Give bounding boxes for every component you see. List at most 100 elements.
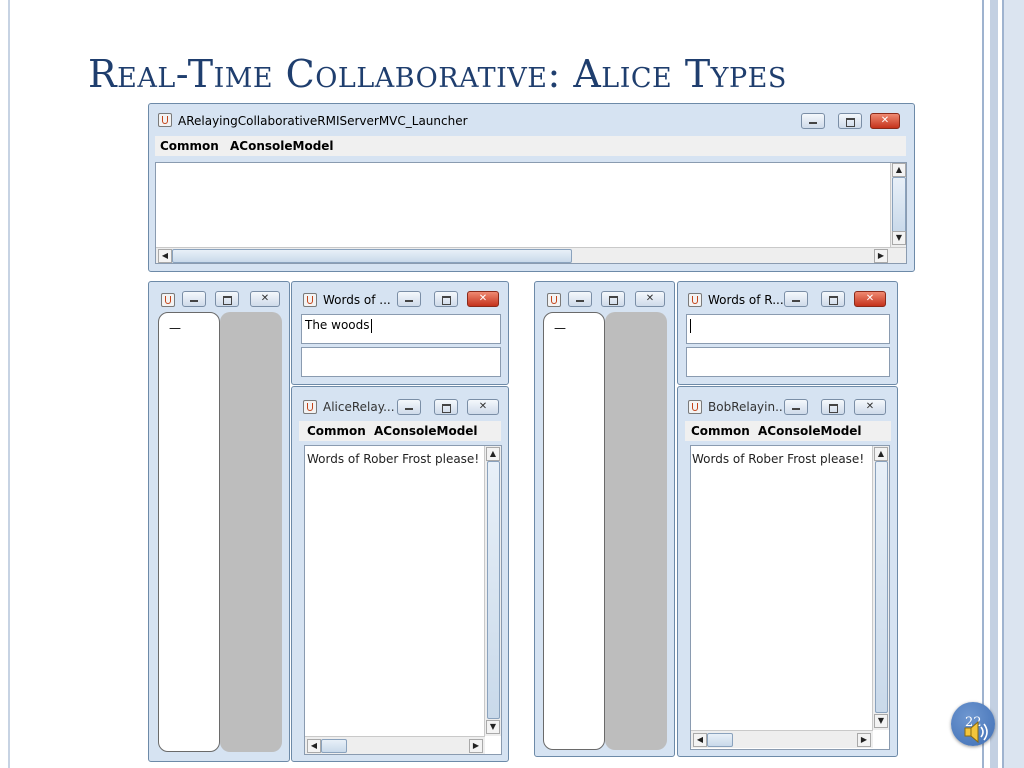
left-relay-console[interactable]: Words of Rober Frost please! ▲ ▼ ◀ ▶ — [304, 445, 502, 755]
right-border-stripe — [976, 0, 1024, 768]
minimize-icon — [785, 400, 807, 414]
maximize-button[interactable] — [601, 291, 625, 307]
java-icon — [161, 293, 175, 307]
maximize-button[interactable] — [821, 291, 845, 307]
close-icon: ✕ — [478, 293, 488, 304]
tree-item[interactable]: — — [169, 321, 181, 335]
close-button[interactable]: ✕ — [870, 113, 900, 129]
left-words-window[interactable]: Words of ... ✕ The woods — [291, 281, 509, 385]
java-icon — [303, 293, 317, 307]
right-tree-panel[interactable]: — — [543, 312, 605, 750]
server-vertical-scrollbar[interactable]: ▲ ▼ — [890, 163, 906, 247]
scroll-left-button[interactable]: ◀ — [307, 739, 321, 753]
server-window[interactable]: ARelayingCollaborativeRMIServerMVC_Launc… — [148, 103, 915, 272]
scroll-thumb-horizontal[interactable] — [321, 739, 347, 753]
minimize-icon — [398, 292, 420, 306]
maximize-button[interactable] — [821, 399, 845, 415]
menu-aconsolemodel[interactable]: AConsoleModel — [230, 139, 334, 153]
scroll-down-button[interactable]: ▼ — [486, 720, 500, 734]
minimize-button[interactable] — [784, 291, 808, 307]
left-words-window-title: Words of ... — [323, 293, 391, 307]
scroll-up-button[interactable]: ▲ — [892, 163, 906, 177]
left-tree-window[interactable]: ✕ — — [148, 281, 290, 762]
maximize-icon — [216, 292, 238, 306]
minimize-button[interactable] — [397, 291, 421, 307]
minimize-icon — [183, 292, 205, 306]
minimize-button[interactable] — [397, 399, 421, 415]
left-relay-vertical-scrollbar[interactable]: ▲ ▼ — [484, 446, 501, 736]
menu-common[interactable]: Common — [307, 424, 366, 438]
server-window-title: ARelayingCollaborativeRMIServerMVC_Launc… — [178, 114, 468, 128]
left-relay-window[interactable]: AliceRelay... ✕ Common AConsoleModel Wor… — [291, 386, 509, 762]
server-titlebar[interactable]: ARelayingCollaborativeRMIServerMVC_Launc… — [149, 104, 914, 130]
scroll-left-button[interactable]: ◀ — [158, 249, 172, 263]
scroll-thumb[interactable] — [487, 461, 500, 719]
right-gray-panel — [605, 312, 667, 750]
right-relay-window[interactable]: BobRelayin... ✕ Common AConsoleModel Wor… — [677, 386, 898, 757]
close-icon: ✕ — [478, 401, 488, 412]
right-words-second-input[interactable] — [686, 347, 890, 377]
scroll-down-button[interactable]: ▼ — [874, 714, 888, 728]
maximize-icon — [435, 292, 457, 306]
menu-common[interactable]: Common — [160, 139, 219, 153]
speaker-icon-svg — [964, 720, 988, 744]
right-relay-horizontal-scrollbar[interactable]: ◀ ▶ — [691, 730, 873, 748]
close-button[interactable]: ✕ — [854, 399, 886, 415]
scroll-right-button[interactable]: ▶ — [874, 249, 888, 263]
speaker-icon[interactable] — [962, 718, 992, 746]
close-button[interactable]: ✕ — [250, 291, 280, 307]
minimize-button[interactable] — [568, 291, 592, 307]
maximize-button[interactable] — [434, 399, 458, 415]
menu-common[interactable]: Common — [691, 424, 750, 438]
left-relay-window-title: AliceRelay... — [323, 400, 395, 414]
left-words-second-input[interactable] — [301, 347, 501, 377]
scroll-thumb[interactable] — [875, 461, 888, 713]
right-words-input[interactable] — [686, 314, 890, 344]
close-button[interactable]: ✕ — [467, 399, 499, 415]
maximize-icon — [822, 292, 844, 306]
left-words-input[interactable]: The woods — [301, 314, 501, 344]
minimize-button[interactable] — [801, 113, 825, 129]
left-relay-menubar: Common AConsoleModel — [299, 421, 501, 441]
left-tree-panel[interactable]: — — [158, 312, 220, 752]
tree-item[interactable]: — — [554, 321, 566, 335]
right-relay-console[interactable]: Words of Rober Frost please! ▲ ▼ ◀ ▶ — [690, 445, 890, 750]
scroll-thumb-horizontal[interactable] — [172, 249, 572, 263]
right-words-window-title: Words of R... — [708, 293, 784, 307]
close-icon: ✕ — [645, 293, 655, 304]
maximize-button[interactable] — [434, 291, 458, 307]
text-caret — [371, 319, 372, 333]
scroll-up-button[interactable]: ▲ — [874, 447, 888, 461]
scroll-right-button[interactable]: ▶ — [857, 733, 871, 747]
java-icon — [547, 293, 561, 307]
scroll-thumb-horizontal[interactable] — [707, 733, 733, 747]
close-button[interactable]: ✕ — [635, 291, 665, 307]
maximize-button[interactable] — [215, 291, 239, 307]
right-tree-window[interactable]: ✕ — — [534, 281, 675, 757]
minimize-icon — [569, 292, 591, 306]
java-icon — [303, 400, 317, 414]
right-relay-window-title: BobRelayin... — [708, 400, 787, 414]
scroll-up-button[interactable]: ▲ — [486, 447, 500, 461]
minimize-button[interactable] — [182, 291, 206, 307]
scroll-down-button[interactable]: ▼ — [892, 231, 906, 245]
close-icon: ✕ — [880, 115, 890, 126]
close-button[interactable]: ✕ — [467, 291, 499, 307]
right-words-window[interactable]: Words of R... ✕ — [677, 281, 898, 385]
maximize-button[interactable] — [838, 113, 862, 129]
scroll-right-button[interactable]: ▶ — [469, 739, 483, 753]
left-relay-console-text: Words of Rober Frost please! — [307, 452, 480, 466]
left-gray-panel — [220, 312, 282, 752]
minimize-icon — [785, 292, 807, 306]
scroll-left-button[interactable]: ◀ — [693, 733, 707, 747]
minimize-button[interactable] — [784, 399, 808, 415]
close-button[interactable]: ✕ — [854, 291, 886, 307]
maximize-icon — [822, 400, 844, 414]
right-relay-vertical-scrollbar[interactable]: ▲ ▼ — [872, 446, 889, 730]
scroll-thumb[interactable] — [892, 177, 906, 233]
server-console-area[interactable]: ▲ ▼ ◀ ▶ — [155, 162, 907, 264]
menu-aconsolemodel[interactable]: AConsoleModel — [374, 424, 478, 438]
menu-aconsolemodel[interactable]: AConsoleModel — [758, 424, 862, 438]
left-relay-horizontal-scrollbar[interactable]: ◀ ▶ — [305, 736, 485, 754]
server-horizontal-scrollbar[interactable]: ◀ ▶ — [156, 247, 906, 263]
